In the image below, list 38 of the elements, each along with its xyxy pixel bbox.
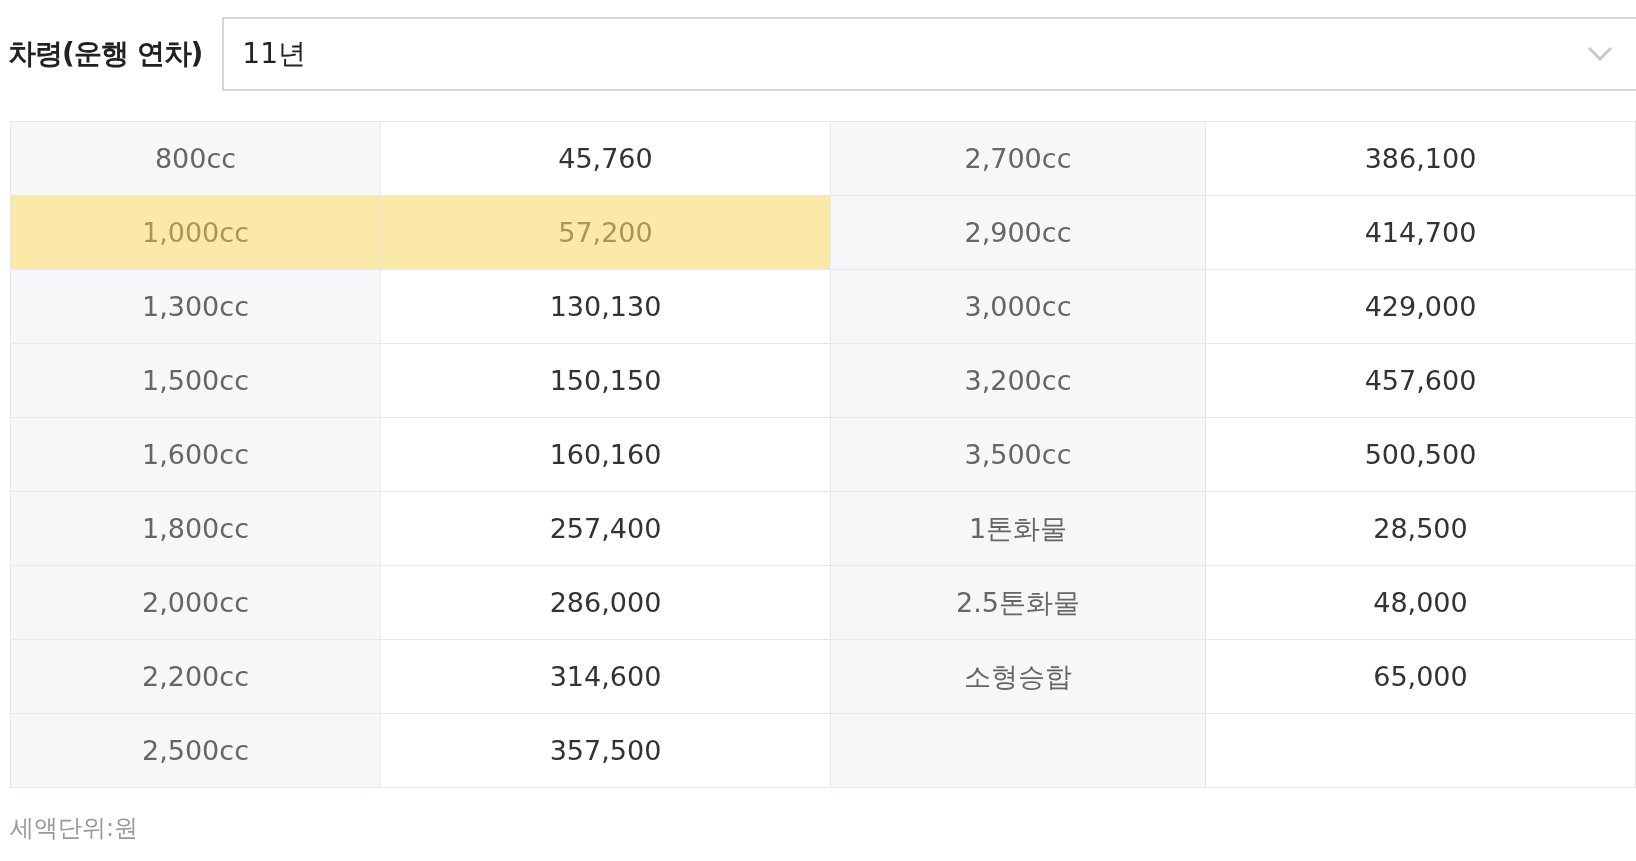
chevron-down-icon (1586, 45, 1614, 63)
engine-size-cell: 2.5톤화물 (831, 566, 1206, 640)
tax-amount-cell: 57,200 (381, 196, 831, 270)
tax-amount-cell: 130,130 (381, 270, 831, 344)
tax-amount-cell: 414,700 (1206, 196, 1636, 270)
engine-size-cell: 1,000cc (11, 196, 381, 270)
tax-amount-cell: 429,000 (1206, 270, 1636, 344)
engine-size-cell: 3,500cc (831, 418, 1206, 492)
engine-size-cell: 2,000cc (11, 566, 381, 640)
engine-size-cell: 2,900cc (831, 196, 1206, 270)
engine-size-cell: 3,000cc (831, 270, 1206, 344)
engine-size-cell: 2,500cc (11, 714, 381, 788)
year-dropdown[interactable]: 11년 (222, 17, 1636, 91)
engine-size-cell: 1,300cc (11, 270, 381, 344)
tax-amount-cell: 150,150 (381, 344, 831, 418)
tax-amount-cell: 386,100 (1206, 122, 1636, 196)
engine-size-cell: 1톤화물 (831, 492, 1206, 566)
field-label: 차령(운행 연차) (8, 36, 203, 72)
engine-size-cell: 3,200cc (831, 344, 1206, 418)
tax-amount-cell: 48,000 (1206, 566, 1636, 640)
engine-size-cell: 1,800cc (11, 492, 381, 566)
engine-size-cell: 1,600cc (11, 418, 381, 492)
tax-amount-cell: 314,600 (381, 640, 831, 714)
tax-amount-cell: 286,000 (381, 566, 831, 640)
tax-amount-cell: 28,500 (1206, 492, 1636, 566)
engine-size-cell: 2,700cc (831, 122, 1206, 196)
tax-amount-cell: 357,500 (381, 714, 831, 788)
tax-amount-cell: 65,000 (1206, 640, 1636, 714)
tax-amount-cell: 45,760 (381, 122, 831, 196)
engine-size-cell: 800cc (11, 122, 381, 196)
engine-size-cell: 2,200cc (11, 640, 381, 714)
tax-amount-cell: 457,600 (1206, 344, 1636, 418)
tax-amount-cell: 257,400 (381, 492, 831, 566)
tax-amount-cell: 160,160 (381, 418, 831, 492)
engine-size-cell: 1,500cc (11, 344, 381, 418)
tax-amount-cell: 500,500 (1206, 418, 1636, 492)
unit-note: 세액단위:원 (10, 814, 139, 842)
engine-size-cell: 소형승합 (831, 640, 1206, 714)
